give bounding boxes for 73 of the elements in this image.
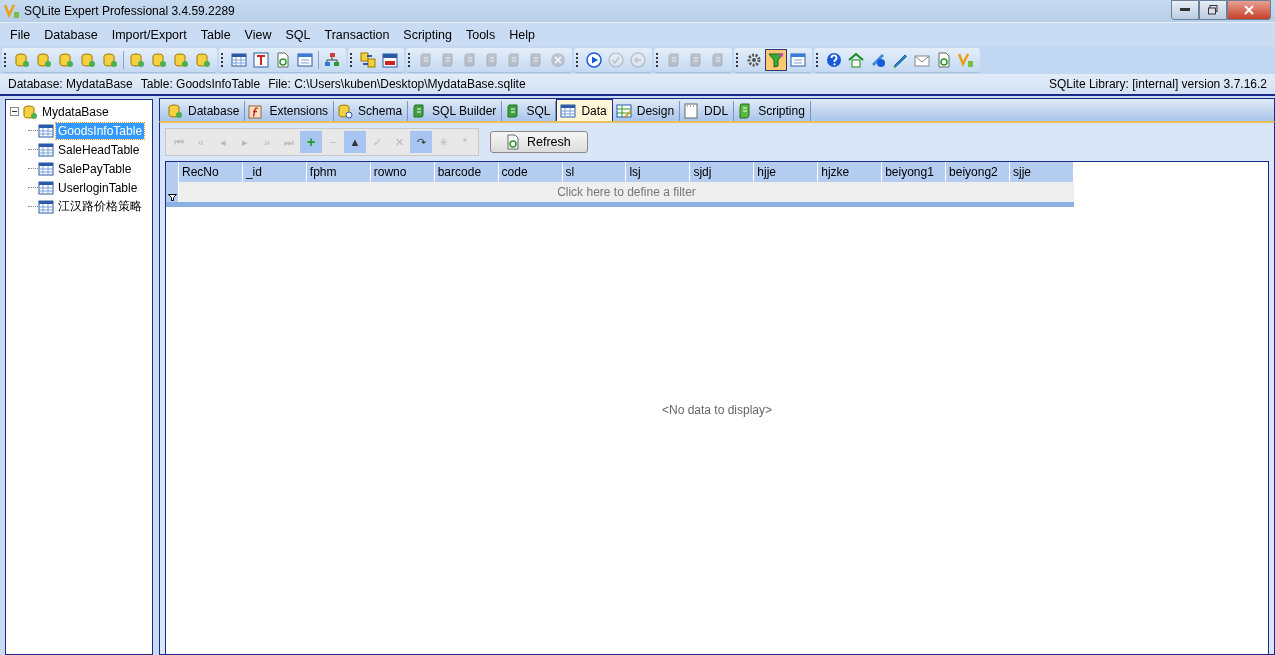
database-icon[interactable] [80,52,96,68]
database-icon[interactable] [36,52,52,68]
table-icon [38,160,54,177]
tree-item[interactable]: 江汉路价格策略 [56,197,144,216]
minimize-button[interactable] [1171,0,1199,20]
refresh-icon [505,134,521,150]
table-icon[interactable] [231,52,247,68]
table-icon [38,179,54,196]
database-icon[interactable] [58,52,74,68]
settings-icon[interactable] [746,52,762,68]
tree-item[interactable]: SalePayTable [56,160,134,177]
restore-button[interactable] [1199,0,1227,20]
database-icon [337,103,354,119]
notepad-icon [683,103,700,119]
window-icon[interactable] [297,52,313,68]
mail-icon[interactable] [914,52,930,68]
database-icon [167,103,183,119]
tree-item[interactable]: MydataBase [40,103,111,120]
collapse-toggle[interactable] [10,107,19,116]
transfer-icon[interactable] [360,52,376,68]
tree-item[interactable]: SaleHeadTable [56,141,142,158]
database-icon [22,103,38,120]
function-icon [248,103,265,119]
database-label: Database: MydataBase [8,77,133,91]
refresh-button[interactable]: Refresh [490,131,588,153]
menu-item[interactable]: Tools [458,28,503,42]
navigator-button[interactable]: ▲ [344,131,366,153]
empty-message: <No data to display> [660,401,774,419]
library-version: SQLite Library: [internal] version 3.7.16.2 [1048,77,1267,91]
tab[interactable]: Data [556,99,613,121]
menu-item[interactable]: SQL [278,28,318,42]
menu-item[interactable]: Database [37,28,105,42]
app-logo-icon [4,3,20,19]
minimize-icon [1180,8,1190,12]
help-icon[interactable] [826,52,842,68]
menu-item[interactable]: Table [193,28,238,42]
play-icon[interactable] [586,52,602,68]
table-icon [38,198,54,215]
table-icon [38,122,54,139]
document-icon[interactable] [936,52,952,68]
home-icon[interactable] [848,52,864,68]
pen-icon[interactable] [892,52,908,68]
database-icon[interactable] [102,52,118,68]
minus-icon [12,111,17,112]
menu-item[interactable]: Transaction [317,28,397,42]
app-logo-icon[interactable] [958,52,974,68]
tree-icon[interactable] [324,52,340,68]
database-icon[interactable] [14,52,30,68]
table-icon [38,141,54,158]
tree-item[interactable]: UserloginTable [56,179,140,196]
database-icon[interactable] [173,52,189,68]
menu-item[interactable]: Help [502,28,542,42]
menu-item[interactable]: Scripting [396,28,459,42]
file-path: File: C:\Users\kuben\Desktop\MydataBase.sqlite [268,77,526,91]
menu-item[interactable]: Import/Export [104,28,194,42]
window-icon[interactable] [790,52,806,68]
menu-item[interactable]: View [237,28,279,42]
database-icon[interactable] [195,52,211,68]
close-icon [1244,5,1254,15]
database-icon[interactable] [151,52,167,68]
table-label: Table: GoodsInfoTable [140,77,261,91]
navigator-button[interactable]: ↷ [410,131,432,153]
window-title: SQLite Expert Professional 3.4.59.2289 [24,4,236,18]
database-icon[interactable] [129,52,145,68]
document-icon[interactable] [275,52,291,68]
restore-icon [1208,5,1218,15]
menu-item[interactable]: File [3,28,38,42]
close-button[interactable] [1227,0,1271,20]
calendar-icon[interactable] [382,52,398,68]
table-icon [560,102,577,119]
filter-icon[interactable] [768,52,784,68]
table-edit-icon [615,103,632,119]
text-icon[interactable] [253,52,269,68]
